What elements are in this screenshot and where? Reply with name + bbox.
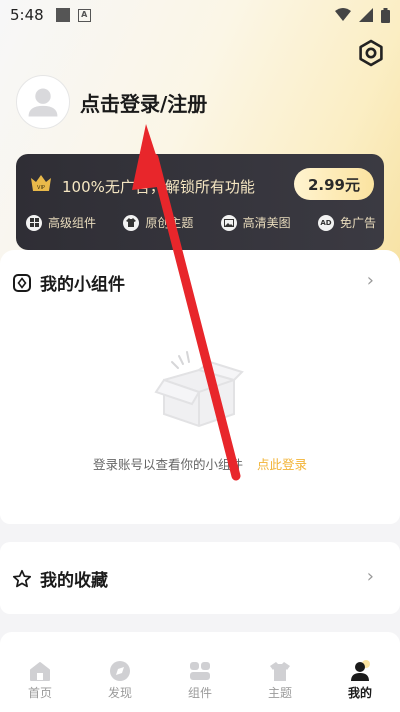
notification-icon — [55, 8, 70, 22]
settings-button[interactable] — [356, 38, 386, 68]
login-row[interactable]: 点击登录/注册 — [16, 75, 207, 129]
vip-feature-list: 高级组件 原创主题 高清美图 AD 免广告 — [26, 214, 376, 231]
keyboard-icon: A — [77, 8, 91, 22]
image-icon — [220, 214, 237, 231]
home-icon — [30, 662, 50, 681]
status-bar: 5:48 A — [0, 0, 400, 30]
widgets-icon — [190, 662, 210, 680]
tab-label: 组件 — [187, 686, 212, 700]
tab-home[interactable]: 首页 — [0, 660, 80, 712]
my-favorites-header[interactable]: 我的收藏 — [12, 566, 108, 591]
vip-crown-icon: VIP — [31, 175, 51, 191]
chevron-right-icon[interactable]: › — [367, 270, 374, 291]
empty-box-icon — [154, 351, 244, 428]
feature-original-themes: 原创主题 — [123, 214, 193, 231]
wifi-icon — [335, 8, 351, 21]
ad-icon: AD — [317, 214, 334, 231]
bottom-tab-bar: 首页 发现 组件 主题 我的 — [0, 660, 400, 712]
grid-icon — [26, 214, 42, 231]
status-time: 5:48 — [10, 6, 44, 24]
svg-text:VIP: VIP — [37, 185, 45, 191]
widget-diamond-icon — [13, 273, 31, 292]
vip-title: 100%无广告，解锁所有功能 — [62, 178, 255, 196]
feature-label: 原创主题 — [145, 216, 194, 230]
feature-label: 高清美图 — [242, 216, 291, 230]
theme-icon — [123, 214, 140, 231]
feature-no-ads: AD 免广告 — [317, 214, 376, 231]
section-title: 我的收藏 — [40, 571, 108, 591]
vip-price-button[interactable]: 2.99元 — [294, 168, 374, 200]
tab-themes[interactable]: 主题 — [240, 660, 320, 712]
chevron-right-icon[interactable]: › — [367, 566, 374, 587]
my-favorites-card[interactable]: 我的收藏 › — [0, 542, 400, 614]
tab-discover[interactable]: 发现 — [80, 660, 160, 712]
empty-message: 登录账号以查看你的小组件 — [92, 457, 243, 472]
discover-icon — [110, 661, 130, 681]
login-link[interactable]: 点此登录 — [257, 457, 307, 472]
shirt-icon — [270, 662, 290, 681]
tab-label: 首页 — [27, 686, 52, 700]
vip-card[interactable]: VIP 100%无广告，解锁所有功能 2.99元 高级组件 原创主题 高清美图 … — [16, 154, 384, 250]
default-avatar-icon — [28, 88, 58, 117]
battery-icon — [381, 7, 390, 23]
tab-label: 我的 — [347, 686, 372, 700]
avatar[interactable] — [16, 75, 70, 129]
empty-state-text: 登录账号以查看你的小组件 点此登录 — [0, 454, 400, 473]
feature-label: 免广告 — [339, 216, 376, 230]
feature-premium-widgets: 高级组件 — [26, 214, 96, 231]
profile-icon — [351, 660, 370, 681]
my-widgets-card: 我的小组件 › 登录账号以查看你的小组件 点此登录 — [0, 250, 400, 524]
signal-icon — [359, 8, 373, 22]
tab-profile[interactable]: 我的 — [320, 660, 400, 712]
section-title: 我的小组件 — [40, 275, 125, 295]
my-widgets-header[interactable]: 我的小组件 — [12, 270, 125, 295]
feature-label: 高级组件 — [48, 216, 97, 230]
feature-hd-images: 高清美图 — [220, 214, 291, 231]
tab-label: 发现 — [107, 686, 132, 700]
star-icon — [12, 569, 32, 587]
login-register-link[interactable]: 点击登录/注册 — [80, 88, 207, 117]
tab-label: 主题 — [267, 686, 292, 700]
settings-hexagon-icon — [359, 39, 383, 67]
tab-widgets[interactable]: 组件 — [160, 660, 240, 712]
